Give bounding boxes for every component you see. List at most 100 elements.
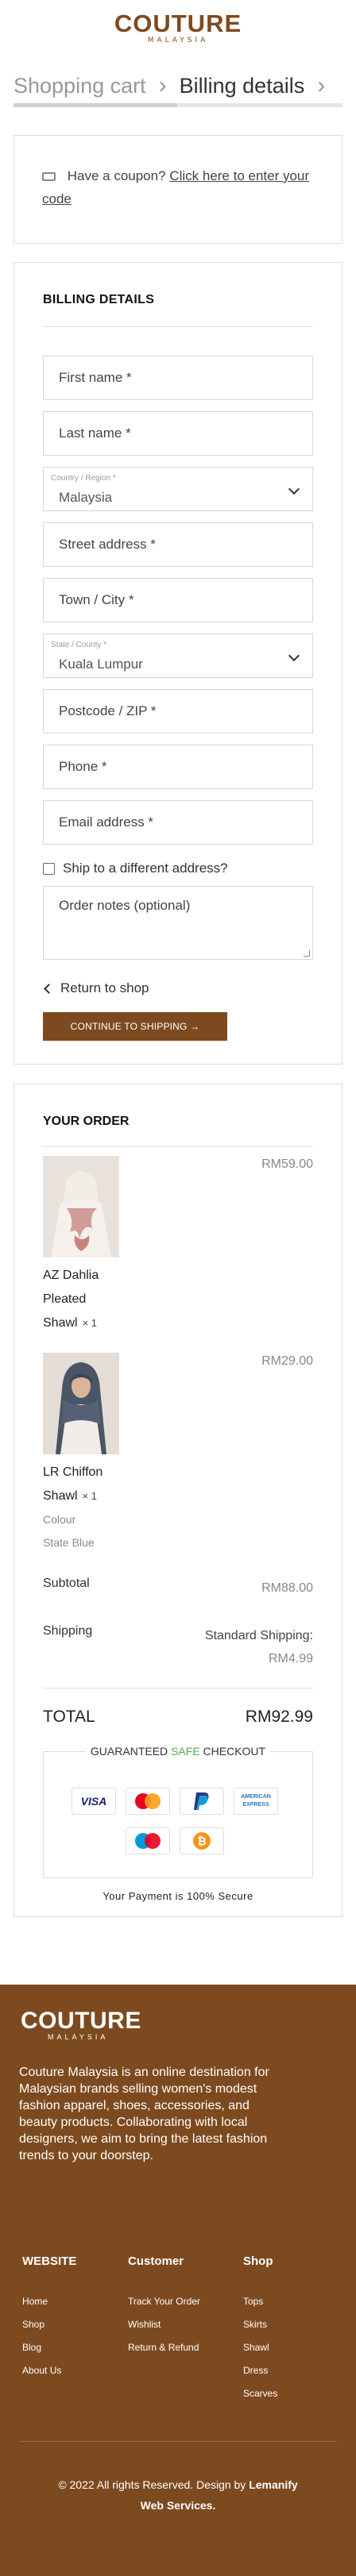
paypal-icon: [180, 1788, 224, 1815]
coupon-text: Have a coupon?: [67, 168, 166, 183]
footer-logo[interactable]: COUTURE MALAYSIA: [21, 2008, 141, 2041]
site-footer: COUTURE MALAYSIA Couture Malaysia is an …: [0, 1985, 356, 2576]
billing-details-panel: BILLING DETAILS Country / Region * Malay…: [14, 262, 342, 1065]
phone-input[interactable]: [44, 745, 312, 788]
product-image[interactable]: [43, 1156, 119, 1257]
subtotal-label: Subtotal: [43, 1577, 90, 1590]
item-name-line-with-qty: Shawl × 1: [43, 1484, 97, 1508]
ship-different-row[interactable]: Ship to a different address?: [43, 861, 313, 876]
footer-column-title: Customer: [128, 2254, 184, 2268]
continue-to-shipping-button[interactable]: CONTINUE TO SHIPPING →: [43, 1012, 227, 1041]
item-name-line[interactable]: Shawl: [43, 1489, 78, 1503]
item-attr-value: State Blue: [43, 1536, 95, 1549]
item-name-line[interactable]: LR Chiffon: [43, 1461, 103, 1484]
footer-logo-subtitle: MALAYSIA: [48, 2033, 109, 2041]
product-image[interactable]: [43, 1353, 119, 1454]
item-name-line[interactable]: Pleated: [43, 1288, 86, 1311]
checkout-title-part: GUARANTEED: [90, 1745, 168, 1758]
footer-link-wishlist[interactable]: Wishlist: [128, 2313, 200, 2336]
return-to-shop-link[interactable]: Return to shop: [43, 980, 313, 996]
footer-link-skirts[interactable]: Skirts: [243, 2313, 277, 2336]
footer-link-shawl[interactable]: Shawl: [243, 2336, 277, 2359]
order-notes-field[interactable]: [43, 886, 313, 960]
item-qty: × 1: [82, 1317, 98, 1329]
street-address-input[interactable]: [44, 523, 312, 566]
steps-progress: [14, 103, 342, 107]
chevron-down-icon: [288, 483, 300, 495]
ship-different-checkbox[interactable]: [43, 862, 55, 875]
billing-title: BILLING DETAILS: [43, 293, 155, 306]
copyright-brand-link[interactable]: Web Services.: [141, 2499, 216, 2512]
country-select[interactable]: Country / Region * Malaysia: [43, 467, 313, 511]
step-billing-details[interactable]: Billing details: [180, 74, 305, 98]
resize-handle-icon[interactable]: [304, 950, 310, 957]
footer-link-shop[interactable]: Shop: [22, 2313, 76, 2336]
country-value: Malaysia: [59, 490, 113, 505]
footer-link-scarves[interactable]: Scarves: [243, 2382, 277, 2405]
mastercard-icon: [126, 1788, 170, 1815]
order-item: RM29.00 LR Chiffon Shawl × 1 Colour State…: [43, 1353, 313, 1549]
street-address-field[interactable]: [43, 522, 313, 567]
footer-link-blog[interactable]: Blog: [22, 2336, 76, 2359]
total-label: TOTAL: [43, 1708, 95, 1726]
amex-text-line-2: EXPRESS: [242, 1802, 269, 1808]
item-name-line[interactable]: Shawl: [43, 1316, 78, 1330]
ticket-icon: [42, 172, 56, 182]
item-name-line[interactable]: AZ Dahlia: [43, 1264, 99, 1288]
footer-link-home[interactable]: Home: [22, 2290, 76, 2313]
logo-subtitle: MALAYSIA: [147, 37, 209, 44]
chevron-down-icon: [288, 649, 300, 662]
copyright-text: © 2022 All rights Reserved. Design by: [58, 2478, 246, 2491]
order-title: YOUR ORDER: [43, 1115, 130, 1128]
footer-link-return-refund[interactable]: Return & Refund: [128, 2336, 200, 2359]
item-price: RM29.00: [261, 1354, 313, 1368]
footer-column-title: WEBSITE: [22, 2254, 77, 2268]
town-city-input[interactable]: [44, 579, 312, 622]
site-logo[interactable]: COUTURE MALAYSIA: [0, 10, 356, 45]
logo-brand: COUTURE: [114, 10, 242, 37]
footer-link-tops[interactable]: Tops: [243, 2290, 277, 2313]
checkout-steps: Shopping cart › Billing details ›: [14, 70, 342, 102]
postcode-input[interactable]: [44, 690, 312, 733]
shipping-row: Shipping Standard Shipping: RM4.99: [43, 1624, 313, 1670]
footer-logo-brand: COUTURE: [21, 2008, 141, 2034]
footer-link-about-us[interactable]: About Us: [22, 2359, 76, 2382]
postcode-field[interactable]: [43, 689, 313, 734]
country-label: Country / Region *: [51, 474, 116, 483]
coupon-notice: Have a coupon? Click here to enter your …: [14, 135, 342, 244]
total-row: TOTAL RM92.99: [43, 1708, 313, 1727]
last-name-input[interactable]: [44, 412, 312, 455]
order-notes-input[interactable]: [44, 887, 312, 959]
phone-field[interactable]: [43, 745, 313, 789]
town-city-field[interactable]: [43, 578, 313, 622]
steps-progress-active: [14, 103, 177, 107]
footer-divider: [19, 2441, 337, 2442]
divider: [43, 1146, 313, 1147]
order-item: RM59.00 AZ Dahlia Pleated Shawl × 1: [43, 1156, 313, 1330]
email-field[interactable]: [43, 800, 313, 845]
chevron-right-icon: ›: [158, 72, 167, 98]
last-name-field[interactable]: [43, 411, 313, 456]
state-select[interactable]: State / County * Kuala Lumpur: [43, 633, 313, 678]
safe-checkout-box: GUARANTEED SAFE CHECKOUT VISA AMERICAN E…: [43, 1745, 313, 1878]
item-price: RM59.00: [261, 1157, 313, 1171]
email-input[interactable]: [44, 801, 312, 844]
maestro-icon: [126, 1827, 170, 1854]
footer-column-customer: Customer Track Your Order Wishlist Retur…: [128, 2254, 200, 2359]
safe-checkout-title: GUARANTEED SAFE CHECKOUT: [85, 1745, 271, 1758]
copyright-brand-link[interactable]: Lemanify: [249, 2478, 297, 2491]
ship-different-label[interactable]: Ship to a different address?: [63, 861, 228, 876]
your-order-panel: YOUR ORDER RM59.00 AZ Dahlia Pleated Sha…: [14, 1084, 342, 1917]
step-shopping-cart[interactable]: Shopping cart: [14, 74, 146, 98]
footer-link-dress[interactable]: Dress: [243, 2359, 277, 2382]
shipping-method: Standard Shipping:: [204, 1629, 313, 1642]
footer-link-track-order[interactable]: Track Your Order: [128, 2290, 200, 2313]
divider: [43, 326, 313, 327]
first-name-field[interactable]: [43, 356, 313, 400]
return-label[interactable]: Return to shop: [60, 980, 149, 996]
item-qty: × 1: [82, 1490, 98, 1502]
footer-column-website: WEBSITE Home Shop Blog About Us: [22, 2254, 76, 2382]
first-name-input[interactable]: [44, 356, 312, 399]
svg-text:₿: ₿: [197, 1835, 206, 1848]
state-value: Kuala Lumpur: [59, 657, 143, 672]
